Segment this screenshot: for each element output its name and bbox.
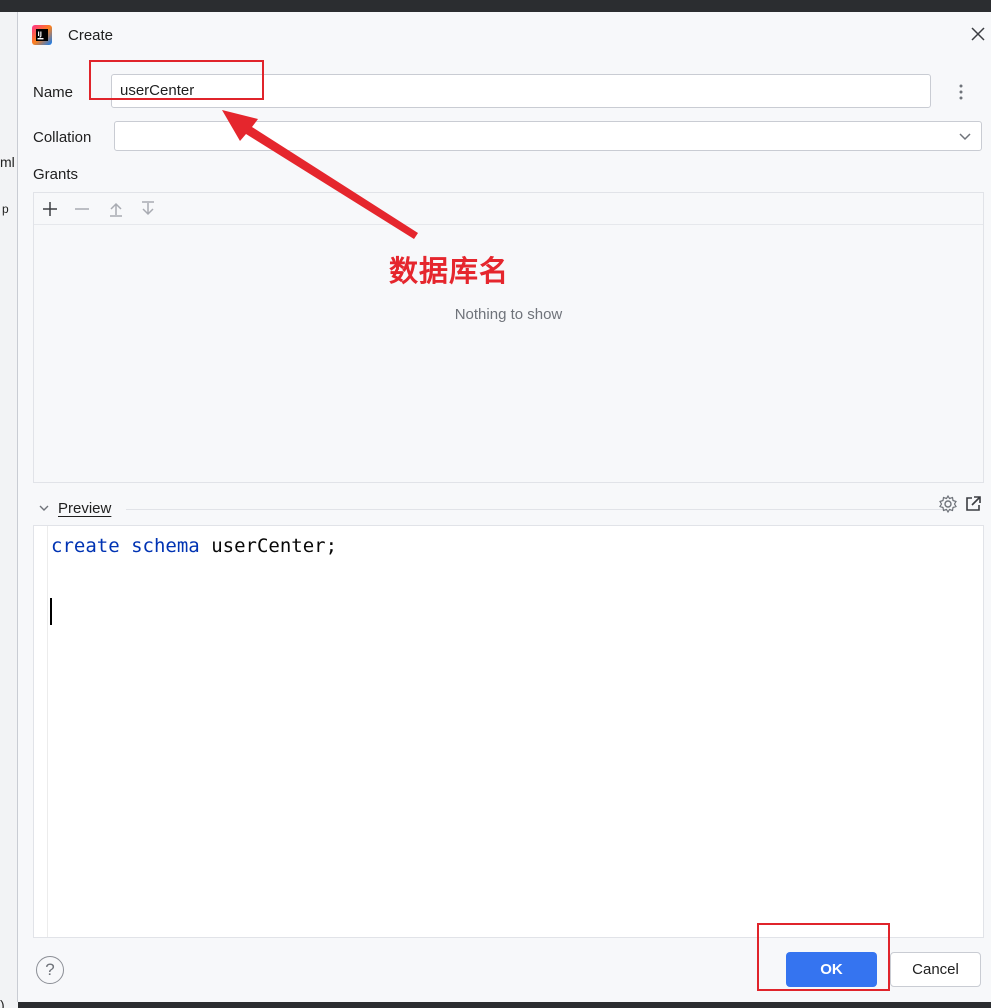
sql-code-line: create schema userCenter;	[51, 535, 337, 557]
code-keyword: create	[51, 535, 120, 557]
collation-select[interactable]	[114, 121, 982, 151]
divider	[126, 509, 946, 510]
help-icon[interactable]: ?	[36, 956, 64, 984]
minus-icon[interactable]	[72, 199, 92, 219]
ide-background-topbar	[0, 0, 991, 12]
gear-icon[interactable]	[938, 494, 958, 514]
background-text: p	[2, 202, 9, 216]
move-down-icon[interactable]	[138, 199, 158, 219]
text-caret	[50, 598, 52, 625]
preview-label[interactable]: Preview	[58, 500, 111, 517]
dialog-titlebar: IJ Create	[18, 12, 991, 58]
grants-toolbar	[34, 193, 983, 225]
svg-text:IJ: IJ	[38, 31, 42, 38]
empty-state-text: Nothing to show	[454, 306, 563, 323]
ide-background-left: ml p )	[0, 12, 18, 1008]
sql-preview-editor[interactable]: create schema userCenter;	[33, 525, 984, 938]
preview-section-header: Preview	[33, 494, 984, 522]
annotation-highlight-ok	[757, 923, 890, 991]
annotation-highlight-name	[89, 60, 264, 100]
name-label: Name	[33, 84, 74, 101]
collation-label: Collation	[33, 129, 92, 146]
grants-label: Grants	[33, 166, 79, 183]
chevron-down-icon	[959, 133, 971, 141]
jetbrains-app-icon: IJ	[32, 25, 52, 45]
grants-table: Nothing to show	[33, 192, 984, 483]
code-keyword: schema	[131, 535, 200, 557]
popout-icon[interactable]	[963, 494, 983, 514]
cancel-button[interactable]: Cancel	[890, 952, 981, 987]
annotation-text: 数据库名	[389, 254, 510, 288]
create-dialog: IJ Create Name userCenter Collation Gran…	[17, 12, 991, 1002]
editor-gutter	[34, 526, 48, 937]
move-up-icon[interactable]	[106, 199, 126, 219]
code-identifier: userCenter;	[211, 535, 338, 557]
kebab-icon[interactable]	[953, 80, 969, 104]
background-text: ml	[0, 154, 15, 170]
plus-icon[interactable]	[40, 199, 60, 219]
background-text: )	[0, 997, 5, 1008]
chevron-down-icon[interactable]	[37, 501, 51, 515]
close-icon[interactable]	[968, 24, 988, 44]
dialog-title: Create	[68, 27, 114, 44]
